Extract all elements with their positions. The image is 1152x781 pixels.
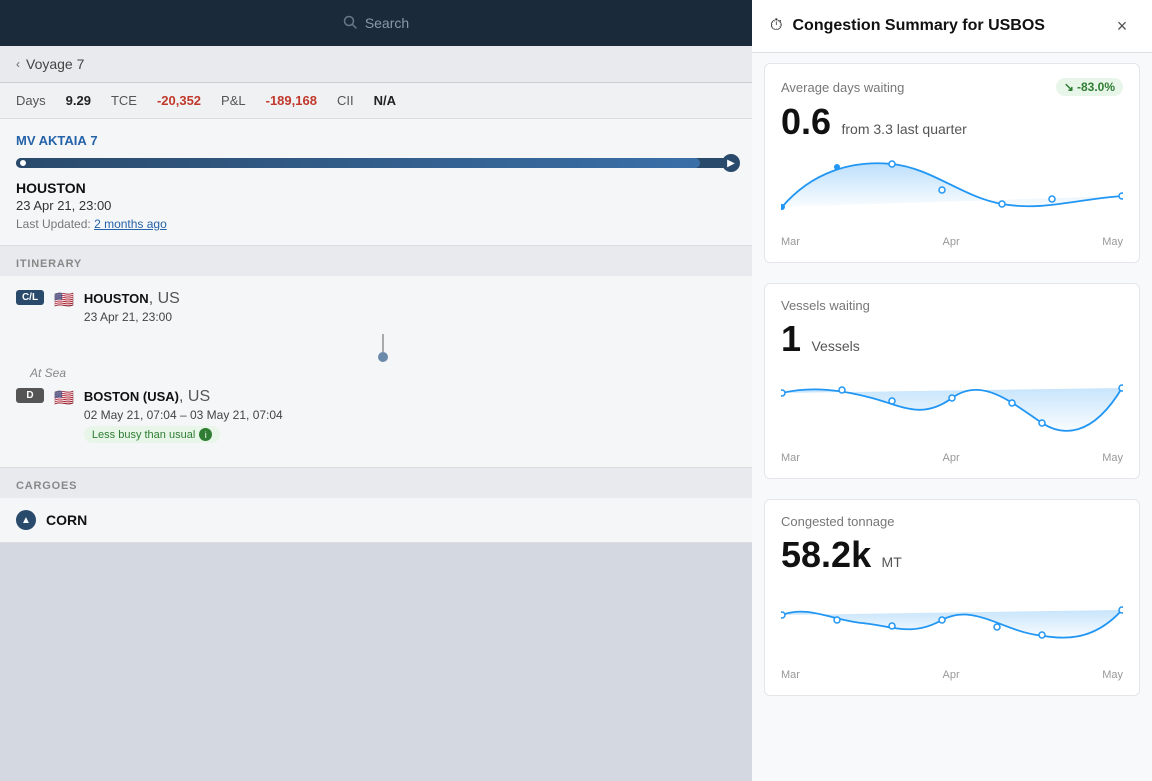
cii-value: N/A xyxy=(374,93,396,108)
voyage-label: Voyage 7 xyxy=(26,56,84,72)
itinerary-row-0: C/L 🇺🇸 HOUSTON, US 23 Apr 21, 23:00 xyxy=(16,290,736,324)
cargo-row-0: ▲ CORN xyxy=(0,498,752,543)
vessel-card: MV AKTAIA 7 ▶ HOUSTON 23 Apr 21, 23:00 L… xyxy=(0,119,752,246)
chart-labels-vessels: Mar Apr May xyxy=(781,452,1123,464)
tce-value: -20,352 xyxy=(157,93,201,108)
cargo-name-0: CORN xyxy=(46,512,87,528)
itin-date-0: 23 Apr 21, 23:00 xyxy=(84,310,180,324)
info-icon: i xyxy=(199,428,212,441)
itinerary-card: C/L 🇺🇸 HOUSTON, US 23 Apr 21, 23:00 At S… xyxy=(0,276,752,468)
metrics-bar: Days 9.29 TCE -20,352 P&L -189,168 CII N… xyxy=(0,83,752,119)
stat-header-avg-days: Average days waiting ↘ -83.0% xyxy=(781,78,1123,96)
progress-start-dot xyxy=(18,158,28,168)
stat-label-vessels: Vessels waiting xyxy=(781,298,870,313)
chart-labels-avg-days: Mar Apr May xyxy=(781,236,1123,248)
search-icon xyxy=(343,15,357,32)
stat-main-row-vessels: 1 Vessels xyxy=(781,319,1123,359)
flag-0: 🇺🇸 xyxy=(54,290,74,310)
itin-badge-1: D xyxy=(16,388,44,403)
pl-label: P&L xyxy=(221,93,246,108)
stat-main-value-vessels: 1 xyxy=(781,318,801,359)
stat-badge-avg-days: ↘ -83.0% xyxy=(1056,78,1123,96)
timer-icon: ⏱ xyxy=(770,17,782,35)
itinerary-row-1: D 🇺🇸 BOSTON (USA), US 02 May 21, 07:04 –… xyxy=(16,388,736,443)
itin-date-1: 02 May 21, 07:04 – 03 May 21, 07:04 xyxy=(84,408,283,422)
chart-avg-days xyxy=(781,152,1123,232)
itin-port-name-0: HOUSTON, US xyxy=(84,290,180,308)
vessel-title: MV AKTAIA 7 xyxy=(16,133,736,148)
busy-badge: Less busy than usual i xyxy=(84,426,220,443)
cii-label: CII xyxy=(337,93,354,108)
left-panel: Search ‹ Voyage 7 Days 9.29 TCE -20,352 … xyxy=(0,0,752,781)
right-panel: ⏱ Congestion Summary for USBOS × Average… xyxy=(752,0,1152,781)
last-updated-link[interactable]: 2 months ago xyxy=(94,217,167,231)
stat-main-row-tonnage: 58.2k MT xyxy=(781,535,1123,575)
connector-dot xyxy=(378,352,388,362)
connector-at-sea xyxy=(29,334,736,362)
stat-card-avg-days: Average days waiting ↘ -83.0% 0.6 from 3… xyxy=(764,63,1140,263)
panel-header: ⏱ Congestion Summary for USBOS × xyxy=(752,0,1152,53)
progress-fill xyxy=(16,158,700,168)
pl-value: -189,168 xyxy=(266,93,317,108)
chart-labels-tonnage: Mar Apr May xyxy=(781,669,1123,681)
current-port-name: HOUSTON xyxy=(16,180,736,196)
tce-label: TCE xyxy=(111,93,137,108)
cargoes-section-label: CARGOES xyxy=(0,468,752,498)
voyage-progress-bar: ▶ xyxy=(16,158,736,168)
back-arrow[interactable]: ‹ xyxy=(16,57,20,71)
stat-label-tonnage: Congested tonnage xyxy=(781,514,894,529)
days-value: 9.29 xyxy=(66,93,91,108)
itinerary-section-label: ITINERARY xyxy=(0,246,752,276)
search-label: Search xyxy=(365,15,409,31)
stat-header-tonnage: Congested tonnage xyxy=(781,514,1123,529)
current-port-date: 23 Apr 21, 23:00 xyxy=(16,198,736,213)
last-updated-text: Last Updated: 2 months ago xyxy=(16,217,736,231)
stat-card-vessels: Vessels waiting 1 Vessels xyxy=(764,283,1140,480)
itin-port-info-0: HOUSTON, US 23 Apr 21, 23:00 xyxy=(84,290,180,324)
stat-sub-vessels: Vessels xyxy=(811,338,859,354)
stat-sub-tonnage: MT xyxy=(882,554,902,570)
progress-end-arrow: ▶ xyxy=(722,154,740,172)
cargo-expand-0[interactable]: ▲ xyxy=(16,510,36,530)
top-bar: Search xyxy=(0,0,752,46)
stat-main-row-avg-days: 0.6 from 3.3 last quarter xyxy=(781,102,1123,142)
stat-main-value-avg-days: 0.6 xyxy=(781,101,831,142)
stat-label-avg-days: Average days waiting xyxy=(781,80,904,95)
itin-badge-0: C/L xyxy=(16,290,44,305)
itin-port-name-1: BOSTON (USA), US xyxy=(84,388,283,406)
connector-line xyxy=(382,334,384,352)
stat-header-vessels: Vessels waiting xyxy=(781,298,1123,313)
chart-tonnage xyxy=(781,585,1123,665)
stat-card-tonnage: Congested tonnage 58.2k MT xyxy=(764,499,1140,696)
breadcrumb: ‹ Voyage 7 xyxy=(0,46,752,83)
stat-main-value-tonnage: 58.2k xyxy=(781,534,871,575)
panel-title: Congestion Summary for USBOS xyxy=(792,17,1100,35)
badge-arrow-down: ↘ xyxy=(1064,80,1074,94)
chart-vessels xyxy=(781,368,1123,448)
stat-sub-avg-days: from 3.3 last quarter xyxy=(842,121,967,137)
itin-port-info-1: BOSTON (USA), US 02 May 21, 07:04 – 03 M… xyxy=(84,388,283,443)
at-sea-label: At Sea xyxy=(30,366,736,380)
flag-1: 🇺🇸 xyxy=(54,388,74,408)
days-label: Days xyxy=(16,93,46,108)
close-button[interactable]: × xyxy=(1110,14,1134,38)
